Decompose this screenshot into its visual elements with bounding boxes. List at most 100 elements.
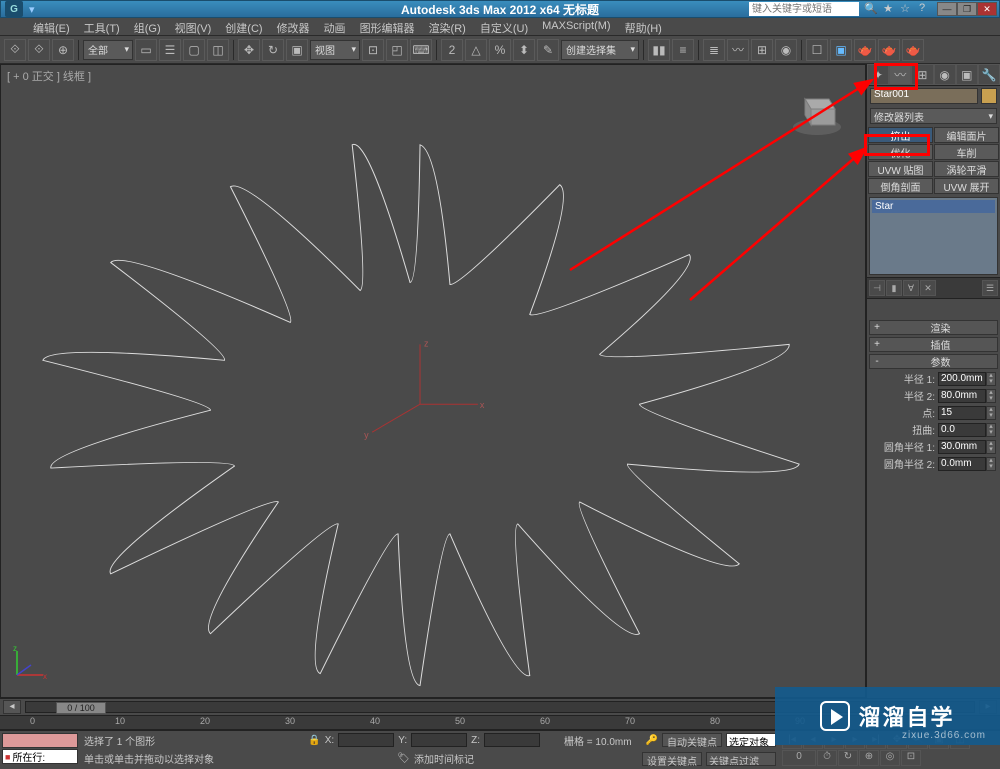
remove-mod-icon[interactable]: ✕ [920,280,936,296]
mod-uvwmap-button[interactable]: UVW 贴图 [868,161,933,177]
nav-orbit-icon[interactable]: ↻ [838,750,858,766]
timeconfig-icon[interactable]: ⏱ [817,750,837,766]
keyboard-icon[interactable]: ⌨ [410,39,432,61]
link-icon[interactable]: ⟐ [4,39,26,61]
param-value-input[interactable]: 0.0 [938,423,986,437]
spinner-icon[interactable]: ⬍ [513,39,535,61]
pin-stack-icon[interactable]: ⊣ [869,280,885,296]
script-input[interactable]: ■ 所在行: [2,749,78,764]
render-icon[interactable]: 🫖 [854,39,876,61]
configure-icon[interactable]: ☰ [982,280,998,296]
create-tab-icon[interactable]: ✦ [867,64,889,85]
layers-icon[interactable]: ≣ [703,39,725,61]
curve-editor-icon[interactable]: 〰 [727,39,749,61]
nav-maximize-icon[interactable]: ⊡ [901,750,921,766]
help-icon[interactable]: ? [915,2,929,16]
rollout-interp[interactable]: +插值 [869,337,998,352]
mirror-icon[interactable]: ▮▮ [648,39,670,61]
material-icon[interactable]: ◉ [775,39,797,61]
snap2d-icon[interactable]: 2 [441,39,463,61]
display-tab-icon[interactable]: ▣ [956,64,978,85]
move-icon[interactable]: ✥ [238,39,260,61]
selectmanip-icon[interactable]: ◰ [386,39,408,61]
maximize-button[interactable]: ❐ [957,2,977,16]
unlink-icon[interactable]: ⟐ [28,39,50,61]
menu-maxscript[interactable]: MAXScript(M) [535,18,617,35]
mod-optimize-button[interactable]: 优化 [868,144,933,160]
keyfilter-button[interactable]: 关键点过滤器... [706,752,776,766]
menu-customize[interactable]: 自定义(U) [473,18,535,35]
mod-bevelprofile-button[interactable]: 倒角剖面 [868,178,933,194]
spinner-icon[interactable]: ▴▾ [986,440,996,454]
menu-group[interactable]: 组(G) [127,18,168,35]
time-left-icon[interactable]: ◂ [3,700,21,714]
coord-z-input[interactable] [484,733,540,747]
lock-icon[interactable]: 🔒 [308,735,320,746]
window-crossing-icon[interactable]: ◫ [207,39,229,61]
nav-roll-icon[interactable]: ◎ [880,750,900,766]
region-icon[interactable]: ▢ [183,39,205,61]
rotate-icon[interactable]: ↻ [262,39,284,61]
modifier-list-combo[interactable]: 修改器列表 [870,108,997,124]
object-name-input[interactable]: Star001 [870,88,978,104]
render-preset-icon[interactable]: 🫖 [878,39,900,61]
render-frame-icon[interactable]: ▣ [830,39,852,61]
show-end-icon[interactable]: ▮ [886,280,902,296]
param-value-input[interactable]: 80.0mm [938,389,986,403]
utilities-tab-icon[interactable]: 🔧 [978,64,1000,85]
binoculars-icon[interactable]: 🔍 [864,2,878,16]
spinner-icon[interactable]: ▴▾ [986,406,996,420]
mod-editpatch-button[interactable]: 编辑面片 [934,127,999,143]
menu-help[interactable]: 帮助(H) [618,18,669,35]
mod-turbosmooth-button[interactable]: 涡轮平滑 [934,161,999,177]
menu-create[interactable]: 创建(C) [218,18,269,35]
script-output[interactable] [2,733,78,748]
frame-input[interactable]: 0 [782,750,816,766]
pivot-icon[interactable]: ⊡ [362,39,384,61]
param-value-input[interactable]: 30.0mm [938,440,986,454]
menu-modifiers[interactable]: 修改器 [270,18,317,35]
spinner-icon[interactable]: ▴▾ [986,423,996,437]
unique-icon[interactable]: ∀ [903,280,919,296]
nav-dolly-icon[interactable]: ⊕ [859,750,879,766]
selectbyname-icon[interactable]: ☰ [159,39,181,61]
object-color-swatch[interactable] [981,88,997,104]
keymode-combo[interactable]: 选定对象 [726,733,776,747]
close-button[interactable]: ✕ [977,2,997,16]
param-value-input[interactable]: 0.0mm [938,457,986,471]
bind-icon[interactable]: ⊕ [52,39,74,61]
coord-x-input[interactable] [338,733,394,747]
modify-tab-icon[interactable]: 〰 [889,64,911,85]
menu-edit[interactable]: 编辑(E) [26,18,77,35]
setkey-button[interactable]: 设置关键点 [642,752,702,766]
menu-grapheditors[interactable]: 图形编辑器 [353,18,422,35]
selection-filter-combo[interactable]: 全部 [83,40,133,60]
hierarchy-tab-icon[interactable]: ⊞ [911,64,933,85]
param-value-input[interactable]: 15 [938,406,986,420]
refcoord-combo[interactable]: 视图 [310,40,360,60]
wrench-icon[interactable]: ★ [881,2,895,16]
param-value-input[interactable]: 200.0mm [938,372,986,386]
add-timetag[interactable]: 添加时间标记 [414,751,474,766]
viewcube-icon[interactable] [787,87,847,137]
menu-rendering[interactable]: 渲染(R) [422,18,473,35]
spinner-icon[interactable]: ▴▾ [986,389,996,403]
mod-uvwunwrap-button[interactable]: UVW 展开 [934,178,999,194]
render-setup-icon[interactable]: ☐ [806,39,828,61]
timetag-icon[interactable]: 🏷 [397,753,410,764]
scale-icon[interactable]: ▣ [286,39,308,61]
key-icon[interactable]: 🔑 [646,735,658,746]
spinner-icon[interactable]: ▴▾ [986,372,996,386]
rollout-params[interactable]: -参数 [869,354,998,369]
rollout-render[interactable]: +渲染 [869,320,998,335]
stack-item-star[interactable]: Star [872,200,995,213]
slider-thumb[interactable]: 0 / 100 [56,702,106,714]
mod-lathe-button[interactable]: 车削 [934,144,999,160]
align-icon[interactable]: ≡ [672,39,694,61]
menu-animation[interactable]: 动画 [317,18,353,35]
motion-tab-icon[interactable]: ◉ [934,64,956,85]
spinner-icon[interactable]: ▴▾ [986,457,996,471]
select-icon[interactable]: ▭ [135,39,157,61]
autokey-button[interactable]: 自动关键点 [662,733,722,747]
render-prod-icon[interactable]: 🫖 [902,39,924,61]
